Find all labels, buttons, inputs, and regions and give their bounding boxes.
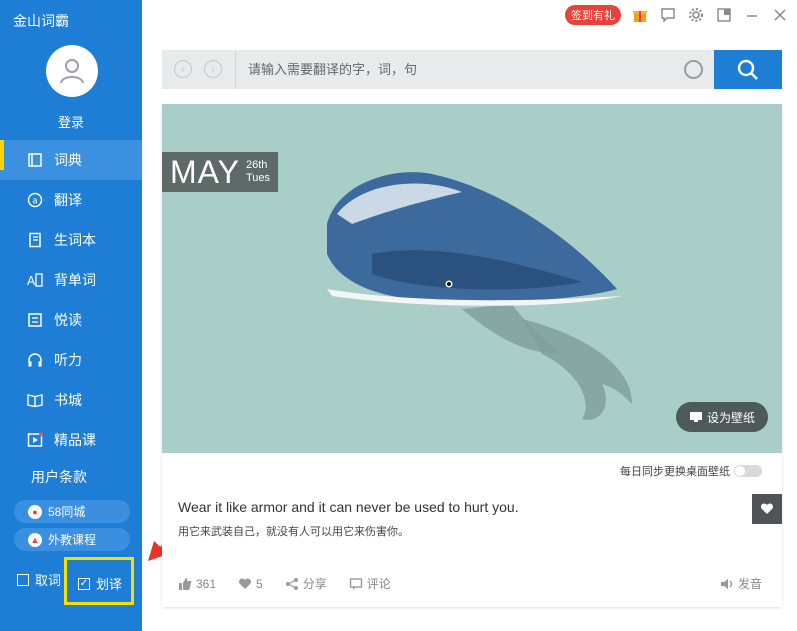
set-wallpaper-button[interactable]: 设为壁纸 — [676, 402, 768, 432]
sync-wallpaper-setting: 每日同步更换桌面壁纸 — [620, 463, 762, 479]
sidebar-item-reading[interactable]: 悦读 — [0, 300, 142, 340]
date-month: MAY — [170, 153, 240, 190]
capture-word-checkbox[interactable] — [17, 573, 29, 586]
highlight-translate-label: 划译 — [96, 577, 123, 592]
date-badge: MAY 26th Tues — [162, 152, 278, 192]
sidebar-item-dictionary[interactable]: 词典 — [0, 140, 142, 180]
sidebar-item-label: 精品课 — [54, 432, 96, 448]
share-button[interactable]: 分享 — [285, 575, 327, 592]
app-title: 金山词霸 — [13, 13, 69, 29]
course-icon — [26, 431, 44, 449]
promo-58-button[interactable]: ● 58同城 — [14, 500, 130, 523]
sidebar-item-label: 生词本 — [54, 232, 96, 248]
settings-icon[interactable] — [687, 6, 705, 24]
sidebar-item-label: 悦读 — [54, 312, 82, 328]
login-link[interactable]: 登录 — [0, 112, 142, 131]
avatar[interactable] — [46, 45, 98, 97]
action-bar: 361 5 分享 评论 — [178, 575, 391, 592]
mini-mode-icon[interactable] — [715, 6, 733, 24]
capture-word-label: 取词 — [35, 573, 62, 588]
favorite-button[interactable] — [752, 494, 782, 524]
sidebar-nav: 词典 a 翻译 生词本 A 背单词 悦读 听力 书城 精品课 — [0, 140, 142, 460]
monitor-icon — [689, 412, 702, 422]
sidebar-item-listening[interactable]: 听力 — [0, 340, 142, 380]
sidebar-item-bookstore[interactable]: 书城 — [0, 380, 142, 420]
back-icon[interactable]: ‹ — [174, 60, 192, 78]
memorize-icon: A — [26, 271, 44, 289]
sidebar: 金山词霸 登录 词典 a 翻译 生词本 A 背单词 悦读 听力 书城 精品课 用… — [0, 0, 142, 631]
sidebar-item-vocabulary[interactable]: 生词本 — [0, 220, 142, 260]
capture-word-toggle[interactable]: 取词 — [17, 570, 61, 589]
sidebar-item-translate[interactable]: a 翻译 — [0, 180, 142, 220]
bookstore-icon — [26, 391, 44, 409]
sync-wallpaper-toggle[interactable] — [734, 465, 762, 477]
heart-outline-icon — [239, 577, 252, 589]
comment-icon — [349, 577, 362, 590]
search-input[interactable] — [248, 50, 668, 89]
quote-english: Wear it like armor and it can never be u… — [178, 499, 519, 515]
svg-text:a: a — [32, 197, 38, 207]
highlight-translate-checkbox[interactable]: ✓ — [78, 577, 90, 590]
quote-chinese: 用它来武装自己，就没有人可以用它来伤害你。 — [178, 526, 409, 538]
vocabulary-book-icon — [26, 231, 44, 249]
like-button[interactable]: 361 — [178, 577, 216, 591]
flame-icon: ▲ — [28, 532, 42, 547]
sidebar-item-label: 翻译 — [54, 192, 82, 208]
search-button[interactable] — [714, 50, 782, 89]
sidebar-item-label: 听力 — [54, 352, 82, 368]
sidebar-item-label: 词典 — [54, 152, 82, 168]
user-terms-link[interactable]: 用户条款 — [31, 467, 87, 487]
dictionary-icon — [26, 151, 44, 169]
thumbs-up-icon — [179, 577, 192, 590]
promo-label: 外教课程 — [48, 533, 97, 547]
promo-foreign-teacher-button[interactable]: ▲ 外教课程 — [14, 528, 130, 551]
date-day: 26th — [245, 159, 268, 171]
signin-badge[interactable]: 签到有礼 — [565, 5, 621, 25]
search-divider — [235, 50, 236, 89]
close-icon[interactable] — [771, 6, 789, 24]
set-wallpaper-label: 设为壁纸 — [706, 410, 755, 425]
reading-icon — [26, 311, 44, 329]
heart-count: 5 — [256, 576, 263, 591]
history-icon[interactable] — [684, 60, 703, 79]
minimize-icon[interactable] — [743, 6, 761, 24]
like-count: 361 — [196, 576, 217, 591]
heart-icon — [760, 503, 774, 514]
sidebar-item-label: 背单词 — [54, 272, 96, 288]
svg-text:A: A — [27, 274, 36, 288]
user-icon — [60, 59, 84, 84]
highlight-translate-toggle[interactable]: ✓ 划译 — [78, 574, 122, 593]
daily-image: MAY 26th Tues 设为壁纸 — [162, 104, 782, 453]
comment-label: 评论 — [366, 577, 391, 591]
translate-icon: a — [26, 191, 44, 209]
date-weekday: Tues — [245, 172, 271, 184]
pronounce-button[interactable]: 发音 — [720, 575, 762, 592]
gift-icon[interactable] — [631, 6, 649, 24]
pronounce-label: 发音 — [737, 577, 762, 591]
heart-button[interactable]: 5 — [238, 577, 263, 591]
sidebar-item-memorize[interactable]: A 背单词 — [0, 260, 142, 300]
58-icon: ● — [28, 504, 42, 519]
search-bar: ‹ › — [162, 50, 782, 89]
promo-label: 58同城 — [48, 505, 86, 519]
window-controls: 签到有礼 — [565, 4, 789, 26]
comment-button[interactable]: 评论 — [349, 575, 391, 592]
feedback-icon[interactable] — [659, 6, 677, 24]
speaker-icon — [720, 578, 733, 589]
sidebar-item-label: 书城 — [54, 392, 82, 408]
share-label: 分享 — [302, 577, 327, 591]
search-icon — [737, 59, 758, 80]
headphones-icon — [26, 351, 44, 369]
sync-wallpaper-label: 每日同步更换桌面壁纸 — [620, 466, 730, 478]
share-icon — [285, 577, 298, 590]
sidebar-item-courses[interactable]: 精品课 — [0, 420, 142, 460]
daily-sentence-card: MAY 26th Tues 设为壁纸 每日同步更换桌面壁纸 Wear it li… — [162, 104, 782, 607]
forward-icon[interactable]: › — [204, 60, 222, 78]
